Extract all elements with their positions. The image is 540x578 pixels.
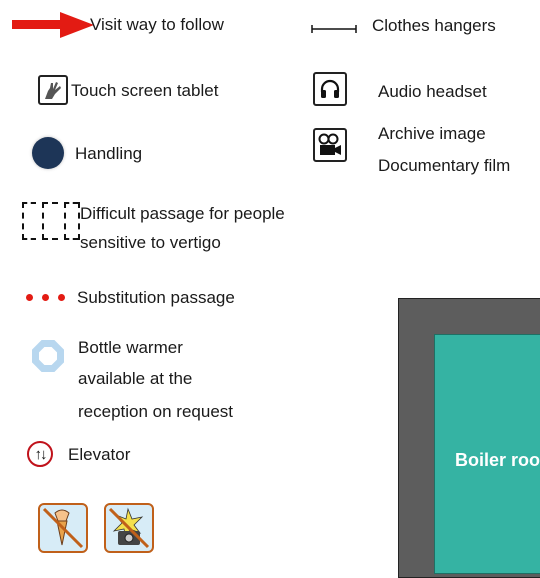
archive-label-line1: Archive image — [378, 124, 486, 143]
handling-label: Handling — [75, 144, 143, 163]
substitution-dots-icon — [26, 294, 70, 302]
no-ice-cream-icon — [38, 503, 88, 553]
red-arrow-icon — [12, 12, 96, 38]
tablet-label: Touch screen tablet — [71, 81, 219, 100]
audio-label: Audio headset — [378, 82, 487, 101]
bottle-label-line1: Bottle warmer — [78, 338, 183, 357]
vertigo-label-line1: Difficult passage for people — [80, 204, 285, 223]
elevator-icon: ↑↓ — [27, 441, 53, 467]
hanger-line-icon — [311, 22, 357, 34]
no-flash-photo-icon — [104, 503, 154, 553]
boiler-room-label: Boiler room — [455, 450, 540, 470]
visit-way-label: Visit way to follow — [90, 15, 224, 34]
headphones-icon — [313, 72, 347, 106]
bottle-label-line3: reception on request — [78, 402, 233, 421]
film-camera-icon — [313, 128, 347, 162]
substitution-label: Substitution passage — [77, 288, 235, 307]
elevator-label: Elevator — [68, 445, 131, 464]
vertigo-label-line2: sensitive to vertigo — [80, 233, 221, 252]
bottle-label-line2: available at the — [78, 369, 193, 388]
bottle-warmer-octagon-icon — [32, 340, 64, 372]
hangers-label: Clothes hangers — [372, 16, 496, 35]
vertigo-passage-icon — [22, 202, 82, 240]
archive-label-line2: Documentary film — [378, 156, 511, 175]
tablet-icon — [38, 75, 68, 105]
handling-dot-icon — [32, 137, 64, 169]
